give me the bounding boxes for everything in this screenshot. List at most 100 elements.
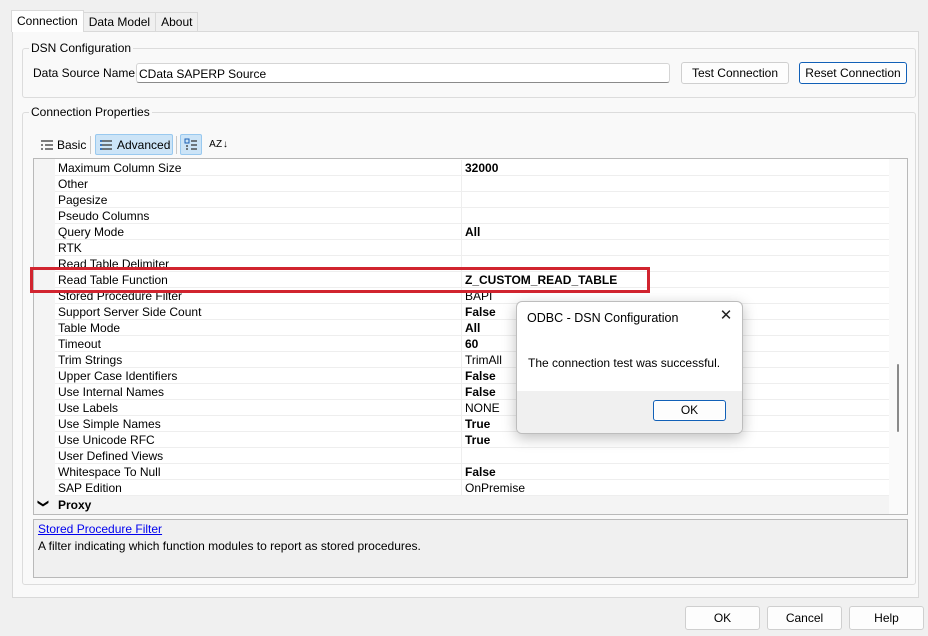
property-value[interactable]: OnPremise [465,481,525,495]
sort-az-icon: A Z ↓ [209,139,228,150]
property-row[interactable]: Support Server Side Count False [55,304,890,320]
property-value[interactable]: NONE [465,401,500,415]
property-row[interactable]: Use Simple Names True [55,416,890,432]
column-divider [461,448,462,464]
categorized-icon [184,138,198,152]
property-row[interactable]: Whitespace To Null False [55,464,890,480]
column-divider [461,160,462,176]
property-value[interactable]: False [465,369,496,383]
scrollbar-thumb[interactable] [897,364,899,432]
property-name: Support Server Side Count [58,305,202,319]
property-row[interactable]: Use Unicode RFC True [55,432,890,448]
close-icon[interactable]: ✕ [716,306,736,326]
property-row[interactable]: RTK [55,240,890,256]
property-name: SAP Edition [58,481,122,495]
dsn-configuration-title: DSN Configuration [29,41,134,55]
property-name: Use Labels [58,401,119,415]
property-row[interactable]: Use Labels NONE [55,400,890,416]
property-value[interactable]: False [465,305,496,319]
dialog-title: ODBC - DSN Configuration [527,311,679,325]
message-dialog: ODBC - DSN Configuration ✕ The connectio… [516,301,743,434]
description-text: A filter indicating which function modul… [38,539,421,553]
property-row[interactable]: Pseudo Columns [55,208,890,224]
property-value[interactable]: 60 [465,337,478,351]
property-row[interactable]: Trim Strings TrimAll [55,352,890,368]
data-source-name-label: Data Source Name: [33,66,139,80]
test-connection-button[interactable]: Test Connection [681,62,789,84]
description-title-link[interactable]: Stored Procedure Filter [38,522,162,536]
property-row[interactable]: Pagesize [55,192,890,208]
property-value[interactable]: 32000 [465,161,498,175]
column-divider [461,224,462,240]
connection-properties-title: Connection Properties [29,105,152,119]
property-name: Trim Strings [58,353,123,367]
categorized-button[interactable] [180,134,202,155]
basic-view-button[interactable]: Basic [36,134,90,155]
column-divider [461,368,462,384]
column-divider [461,336,462,352]
column-divider [461,240,462,256]
sort-alphabetical-button[interactable]: A Z ↓ [206,134,230,155]
property-name: Use Unicode RFC [58,433,155,447]
reset-connection-button[interactable]: Reset Connection [799,62,907,84]
advanced-view-button[interactable]: Advanced [95,134,173,155]
dialog-ok-button[interactable]: OK [653,400,726,421]
tab-connection[interactable]: Connection [11,10,84,32]
dialog-footer: OK [517,391,742,433]
property-row[interactable]: Use Internal Names False [55,384,890,400]
property-row[interactable]: Maximum Column Size 32000 [55,160,890,176]
property-row[interactable]: Upper Case Identifiers False [55,368,890,384]
property-name: User Defined Views [58,449,164,463]
category-row-proxy[interactable]: ❯ Proxy [34,496,890,514]
help-button[interactable]: Help [849,606,924,630]
vertical-scrollbar[interactable] [889,159,907,514]
property-value[interactable]: All [465,225,480,239]
tab-strip: Connection Data Model About [11,10,199,32]
dialog-message: The connection test was successful. [528,356,721,370]
property-name: Timeout [58,337,101,351]
column-divider [461,320,462,336]
property-row[interactable]: Table Mode All [55,320,890,336]
property-row[interactable]: Timeout 60 [55,336,890,352]
property-name: Use Simple Names [58,417,161,431]
ok-button[interactable]: OK [685,606,760,630]
chevron-down-icon[interactable]: ❯ [37,499,50,508]
data-source-name-field[interactable]: CData SAPERP Source [136,63,670,83]
column-divider [461,304,462,320]
property-name: Other [58,177,89,191]
basic-view-label: Basic [57,137,87,152]
property-value[interactable]: False [465,465,496,479]
property-value[interactable]: True [465,417,490,431]
property-name: Maximum Column Size [58,161,182,175]
property-name: Pagesize [58,193,108,207]
property-name: Upper Case Identifiers [58,369,178,383]
category-name: Proxy [58,498,92,512]
property-value[interactable]: TrimAll [465,353,502,367]
advanced-view-label: Advanced [117,137,171,152]
property-name: Table Mode [58,321,121,335]
property-value[interactable]: All [465,321,480,335]
cancel-button[interactable]: Cancel [767,606,842,630]
column-divider [461,432,462,448]
toolbar-separator [176,136,177,154]
property-row[interactable]: Other [55,176,890,192]
property-value[interactable]: True [465,433,490,447]
property-row[interactable]: User Defined Views [55,448,890,464]
column-divider [461,416,462,432]
property-name: Whitespace To Null [58,465,161,479]
property-row[interactable]: SAP Edition OnPremise [55,480,890,496]
property-row[interactable]: Query Mode All [55,224,890,240]
column-divider [461,480,462,496]
column-divider [461,464,462,480]
tab-about[interactable]: About [155,12,199,31]
property-name: RTK [58,241,82,255]
column-divider [461,384,462,400]
tab-data-model[interactable]: Data Model [82,12,157,31]
property-grid-toolbar: Basic Advanced A Z ↓ [33,133,908,157]
selected-row-highlight [30,267,650,293]
list-icon [99,139,113,151]
column-divider [461,208,462,224]
column-divider [461,352,462,368]
property-value[interactable]: False [465,385,496,399]
description-panel: Stored Procedure Filter A filter indicat… [33,519,908,578]
